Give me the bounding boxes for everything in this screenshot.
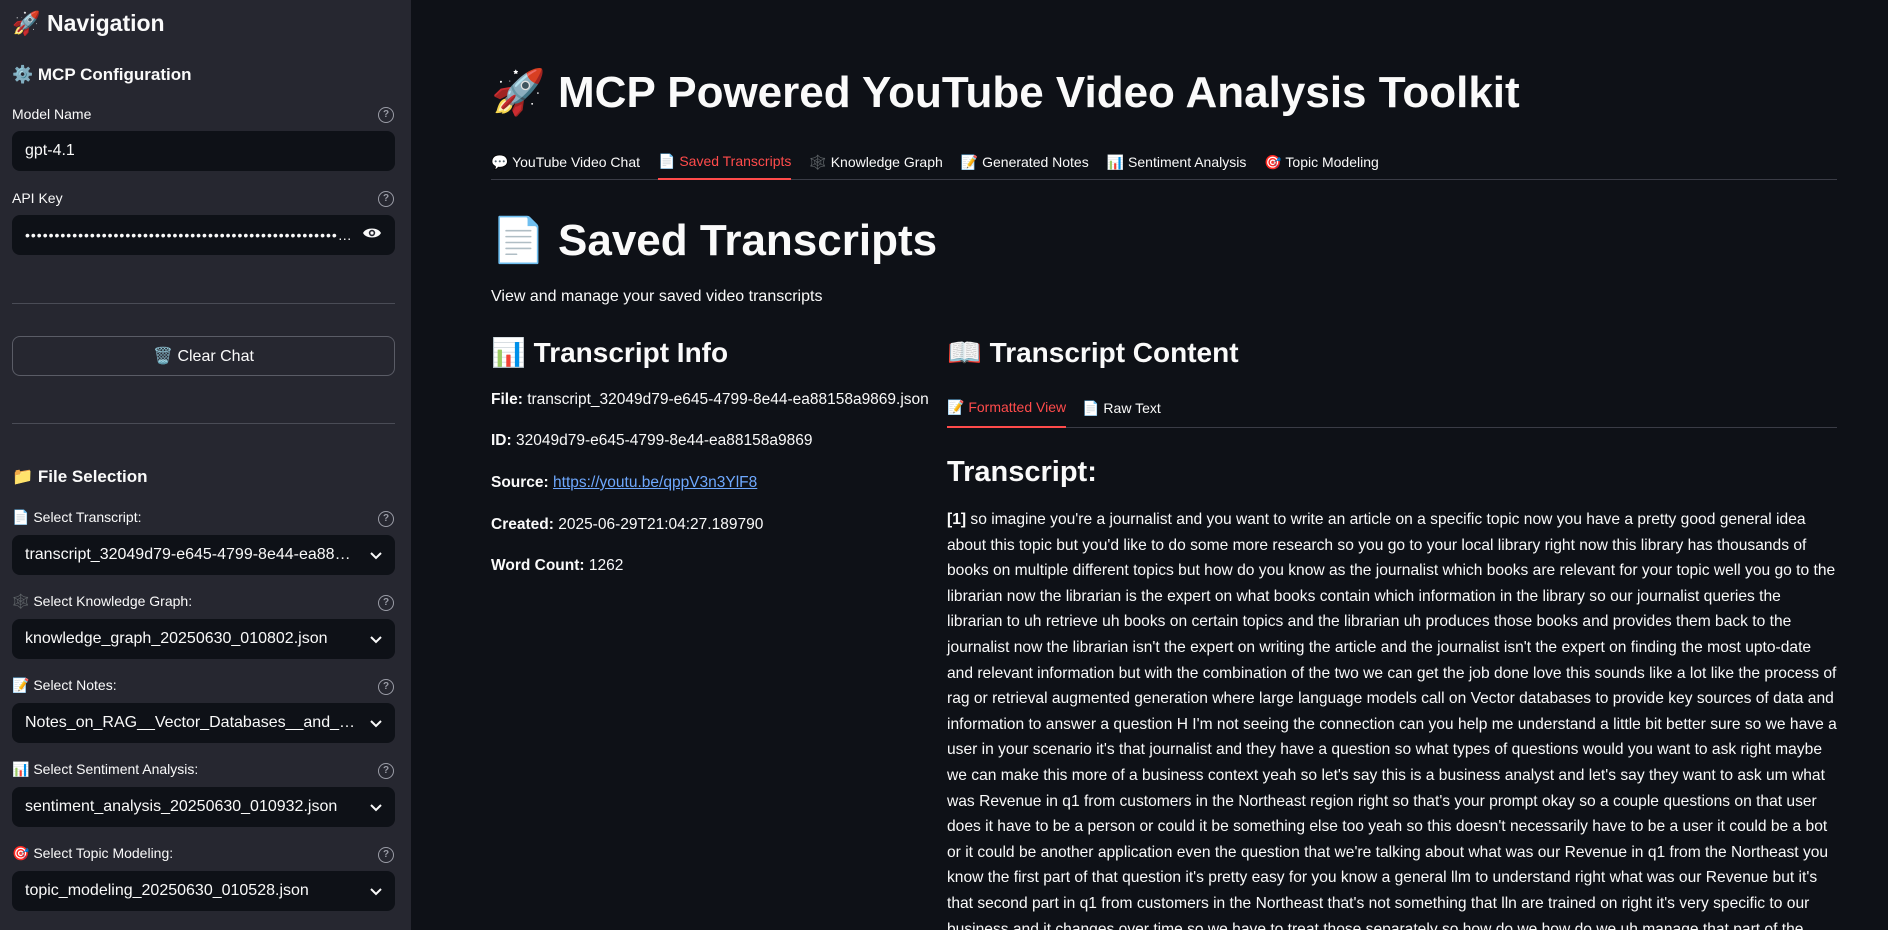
help-icon[interactable]: ? [378,511,394,527]
select-knowledge-graph-label: 🕸️ Select Knowledge Graph: [12,593,193,609]
tab-knowledge-graph[interactable]: 🕸️ Knowledge Graph [809,146,942,180]
tab-generated-notes[interactable]: 📝 Generated Notes [961,146,1089,180]
chevron-down-icon [358,715,382,731]
select-transcript-value: transcript_32049d79-e645-4799-8e44-ea881… [25,546,358,563]
select-transcript-label: 📄 Select Transcript: [12,509,142,525]
sidebar-divider [12,423,395,424]
help-icon[interactable]: ? [378,679,394,695]
info-word-count-label: Word Count: [491,557,585,574]
api-key-value: ••••••••••••••••••••••••••••••••••••••••… [25,227,356,243]
select-topic-modeling-label: 🎯 Select Topic Modeling: [12,845,174,861]
info-file-value: transcript_32049d79-e645-4799-8e44-ea881… [527,391,929,408]
info-word-count-value: 1262 [588,557,624,574]
select-sentiment-value: sentiment_analysis_20250630_010932.json [25,798,338,815]
info-source: Source: https://youtu.be/qppV3n3YlF8 [491,474,757,492]
tab-topic-modeling[interactable]: 🎯 Topic Modeling [1264,146,1378,180]
tab-formatted-view[interactable]: 📝 Formatted View [947,390,1067,428]
tab-saved-transcripts[interactable]: 📄 Saved Transcripts [658,146,792,180]
info-created: Created: 2025-06-29T21:04:27.189790 [491,516,763,534]
main-content: 🚀 MCP Powered YouTube Video Analysis Too… [411,0,1888,930]
sidebar-divider [12,303,395,304]
info-id-label: ID: [491,432,512,449]
page-title: 📄 Saved Transcripts [491,216,938,265]
select-notes-label: 📝 Select Notes: [12,677,117,693]
model-name-value: gpt-4.1 [25,142,75,159]
help-icon[interactable]: ? [378,191,394,207]
info-created-value: 2025-06-29T21:04:27.189790 [558,516,764,533]
sidebar: 🚀 Navigation ⚙️ MCP Configuration Model … [0,0,411,930]
app-title: 🚀 MCP Powered YouTube Video Analysis Too… [491,68,1520,117]
transcript-body: so imagine you're a journalist and you w… [947,511,1837,930]
model-name-input[interactable]: gpt-4.1 [12,131,395,171]
main-tabs: 💬 YouTube Video Chat 📄 Saved Transcripts… [491,146,1837,180]
select-sentiment-dropdown[interactable]: sentiment_analysis_20250630_010932.json [12,787,395,827]
eye-icon[interactable] [356,226,382,245]
select-notes-value: Notes_on_RAG__Vector_Databases__and_LLMs… [25,714,358,731]
model-name-label: Model Name [12,106,92,122]
info-created-label: Created: [491,516,554,533]
select-transcript-dropdown[interactable]: transcript_32049d79-e645-4799-8e44-ea881… [12,535,395,575]
info-source-label: Source: [491,474,549,491]
chevron-down-icon [358,883,382,899]
help-icon[interactable]: ? [378,595,394,611]
info-id: ID: 32049d79-e645-4799-8e44-ea88158a9869 [491,432,812,450]
tab-sentiment-analysis[interactable]: 📊 Sentiment Analysis [1107,146,1247,180]
source-link[interactable]: https://youtu.be/qppV3n3YlF8 [553,474,757,491]
info-id-value: 32049d79-e645-4799-8e44-ea88158a9869 [515,432,813,449]
sidebar-title: 🚀 Navigation [12,10,165,36]
select-knowledge-graph-value: knowledge_graph_20250630_010802.json [25,630,328,647]
transcript-marker: [1] [947,511,967,528]
tab-raw-text[interactable]: 📄 Raw Text [1082,390,1161,428]
help-icon[interactable]: ? [378,763,394,779]
select-topic-modeling-dropdown[interactable]: topic_modeling_20250630_010528.json [12,871,395,911]
help-icon[interactable]: ? [378,847,394,863]
chevron-down-icon [358,547,382,563]
info-word-count: Word Count: 1262 [491,557,623,575]
transcript-text: [1] so imagine you're a journalist and y… [947,507,1837,930]
select-sentiment-label: 📊 Select Sentiment Analysis: [12,761,199,777]
clear-chat-button[interactable]: 🗑️ Clear Chat [12,336,395,376]
info-file-label: File: [491,391,523,408]
select-notes-dropdown[interactable]: Notes_on_RAG__Vector_Databases__and_LLMs… [12,703,395,743]
tab-youtube-video-chat[interactable]: 💬 YouTube Video Chat [491,146,640,180]
api-key-label: API Key [12,190,63,206]
mcp-config-heading: ⚙️ MCP Configuration [12,65,192,84]
help-icon[interactable]: ? [378,107,394,123]
file-selection-heading: 📁 File Selection [12,467,148,486]
select-knowledge-graph-dropdown[interactable]: knowledge_graph_20250630_010802.json [12,619,395,659]
transcript-content-heading: 📖 Transcript Content [947,337,1239,368]
chevron-down-icon [358,631,382,647]
chevron-down-icon [358,799,382,815]
content-subtabs: 📝 Formatted View 📄 Raw Text [947,390,1837,428]
info-file: File: transcript_32049d79-e645-4799-8e44… [491,391,929,409]
transcript-info-heading: 📊 Transcript Info [491,337,729,368]
transcript-heading: Transcript: [947,456,1097,488]
api-key-input[interactable]: ••••••••••••••••••••••••••••••••••••••••… [12,215,395,255]
page-caption: View and manage your saved video transcr… [491,288,823,305]
select-topic-modeling-value: topic_modeling_20250630_010528.json [25,882,309,899]
